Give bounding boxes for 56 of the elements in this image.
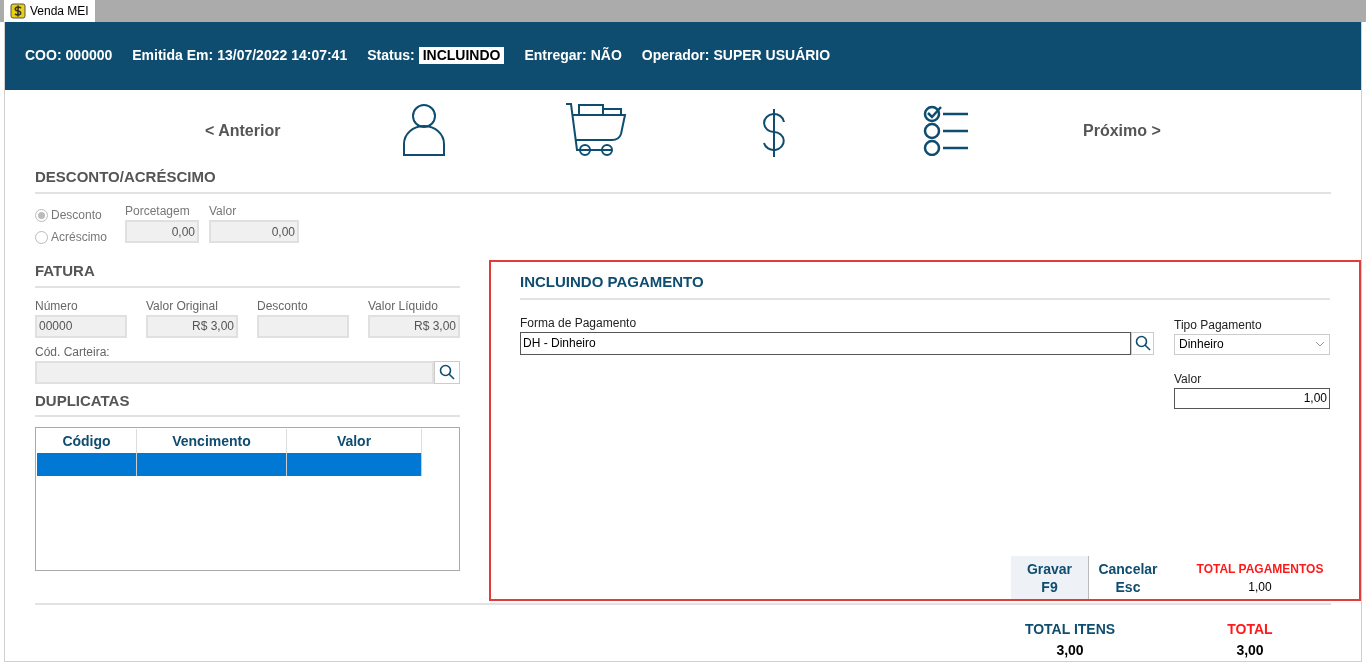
field-label: Tipo Pagamento	[1174, 316, 1263, 334]
status-badge: INCLUINDO	[418, 47, 505, 65]
radio-label: Acréscimo	[51, 229, 107, 246]
field-label: Valor	[1174, 370, 1203, 388]
search-icon	[439, 364, 455, 380]
payment-method-field[interactable]: DH - Dinheiro	[520, 331, 1131, 355]
header-label: Status:	[367, 46, 415, 66]
tab-title: Venda MEI	[30, 3, 89, 20]
field-label: Forma de Pagamento	[520, 314, 638, 332]
disabled-field: 00000	[35, 314, 127, 338]
header-value: 000000	[65, 46, 113, 66]
total-label: TOTAL	[1227, 620, 1273, 639]
action-button[interactable]: Gravar F9	[1011, 556, 1089, 599]
total-label: TOTAL PAGAMENTOS	[1196, 560, 1324, 578]
field-label: Número	[35, 297, 79, 315]
total-value: 3,00	[1056, 641, 1084, 660]
search-button[interactable]	[434, 360, 460, 384]
section-title: DUPLICATAS	[35, 389, 460, 417]
disabled-field: R$ 3,00	[368, 314, 460, 338]
field-label: Porcetagem	[125, 203, 191, 220]
window-tab[interactable]: Venda MEI	[4, 0, 95, 22]
field-label: Desconto	[257, 297, 309, 315]
panel-title: INCLUINDO PAGAMENTO	[520, 271, 1330, 300]
dropdown-value: Dinheiro	[1179, 336, 1224, 353]
disabled-field: 0,00	[209, 220, 299, 243]
field-label: Valor	[209, 203, 238, 220]
search-icon	[1134, 335, 1151, 351]
field-label: Cód. Carteira:	[35, 343, 111, 361]
field-label: Valor Líquido	[368, 297, 439, 315]
field-label: Valor Original	[146, 297, 219, 315]
section-title: FATURA	[35, 260, 460, 288]
person-icon[interactable]	[401, 101, 447, 158]
header-label: COO:	[25, 46, 62, 66]
radio-label: Desconto	[51, 207, 102, 224]
search-button[interactable]	[1131, 331, 1154, 355]
total-label: TOTAL ITENS	[1024, 620, 1116, 639]
header-label: Entregar:	[524, 46, 587, 66]
header-value: NÃO	[590, 46, 622, 66]
header-value: SUPER USUÁRIO	[713, 46, 831, 66]
checklist-icon[interactable]	[923, 103, 969, 156]
header-label: Operador:	[641, 46, 710, 66]
disabled-field: 0,00	[125, 220, 199, 243]
payment-type-dropdown[interactable]: Dinheiro	[1174, 333, 1330, 355]
chevron-down-icon	[1315, 341, 1325, 347]
section-title: DESCONTO/ACRÉSCIMO	[35, 165, 1331, 194]
dollar-icon	[10, 3, 26, 19]
total-value: 3,00	[1236, 641, 1264, 660]
dollar-sign-icon[interactable]	[760, 107, 788, 158]
previous-link[interactable]: < Anterior	[205, 118, 281, 143]
header-value: 13/07/2022 14:07:41	[217, 46, 348, 66]
next-link[interactable]: Próximo >	[1083, 118, 1161, 143]
disabled-field: R$ 3,00	[146, 314, 238, 338]
amount-field[interactable]: 1,00	[1174, 387, 1330, 409]
total-value: 1,00	[1248, 578, 1272, 596]
wallet-code-field[interactable]	[35, 360, 434, 384]
header-label: Emitida Em:	[132, 46, 214, 66]
